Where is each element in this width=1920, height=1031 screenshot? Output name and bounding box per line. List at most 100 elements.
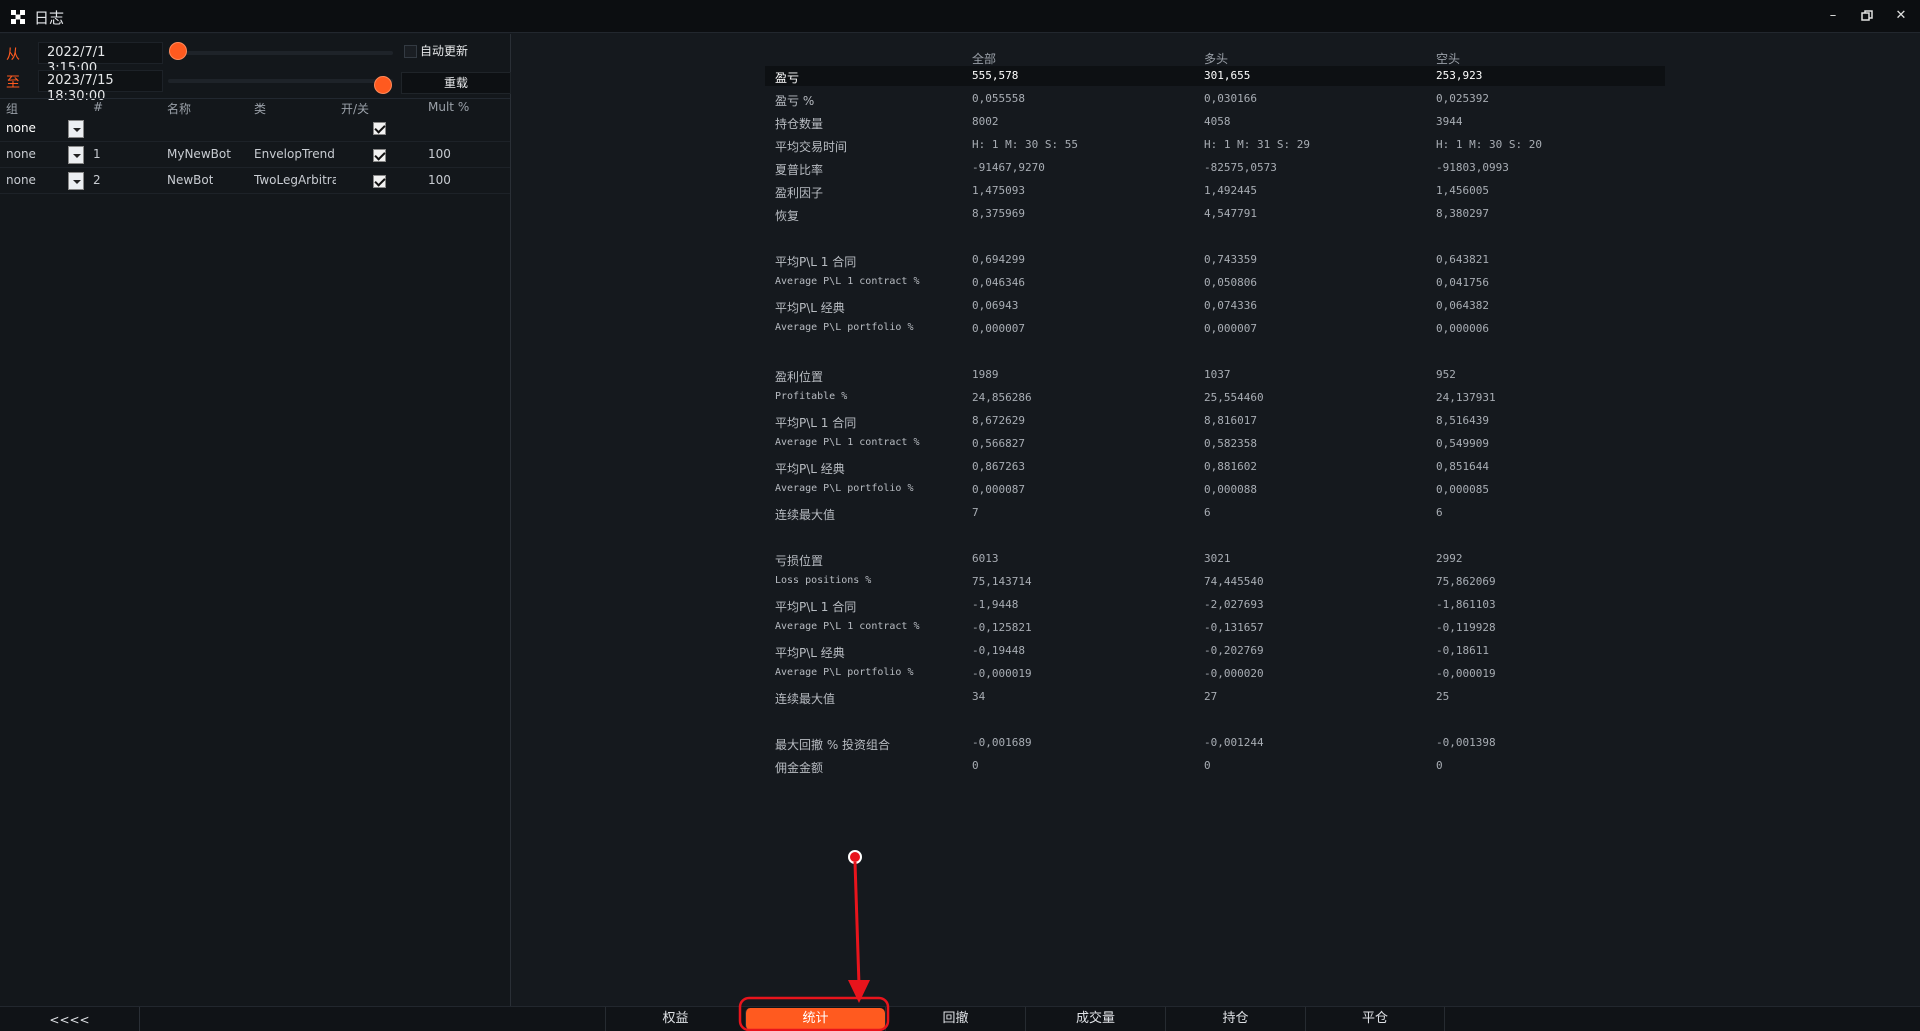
stats-row: Profitable % 24,856286 25,554460 24,137931 bbox=[765, 388, 1665, 408]
stats-row: 平均P\L 经典 -0,19448 -0,202769 -0,18611 bbox=[765, 641, 1665, 661]
stats-value-all: 6013 bbox=[972, 552, 999, 565]
table-row[interactable]: none bbox=[0, 116, 510, 142]
mult-value: 100 bbox=[428, 147, 451, 161]
stats-value-long: -0,001244 bbox=[1204, 736, 1264, 749]
stats-value-long: 0,000007 bbox=[1204, 322, 1257, 335]
tab-volume[interactable]: 成交量 bbox=[1025, 1007, 1165, 1031]
stats-value-short: -0,119928 bbox=[1436, 621, 1496, 634]
to-date-field[interactable]: 2023/7/15 18:30:00 bbox=[38, 70, 163, 104]
close-icon[interactable]: ✕ bbox=[1890, 6, 1912, 26]
stats-value-all: 0,000007 bbox=[972, 322, 1025, 335]
stats-value-all: 1,475093 bbox=[972, 184, 1025, 197]
stats-value-short: 75,862069 bbox=[1436, 575, 1496, 588]
stats-value-short: 1,456005 bbox=[1436, 184, 1489, 197]
col-header-type: 类 bbox=[254, 102, 267, 116]
chevron-down-icon[interactable] bbox=[68, 120, 84, 138]
to-slider-handle[interactable] bbox=[374, 76, 392, 94]
stats-value-short: 0,643821 bbox=[1436, 253, 1489, 266]
stats-value-long: 0,000088 bbox=[1204, 483, 1257, 496]
stats-value-all: -1,9448 bbox=[972, 598, 1019, 611]
tab-closed[interactable]: 平仓 bbox=[1305, 1007, 1445, 1031]
stats-value-short: 0,025392 bbox=[1436, 92, 1489, 105]
collapse-panel-button[interactable]: <<<< bbox=[0, 1007, 140, 1031]
stats-header-long: 多头 bbox=[1204, 52, 1229, 66]
stats-row: 平均P\L 1 合同 0,694299 0,743359 0,643821 bbox=[765, 250, 1665, 270]
col-header-group: 组 bbox=[6, 102, 19, 116]
stats-value-all: 8002 bbox=[972, 115, 999, 128]
stats-row: 盈亏 % 0,055558 0,030166 0,025392 bbox=[765, 89, 1665, 109]
reload-button[interactable]: 重载 bbox=[401, 72, 511, 94]
table-row[interactable]: none 2 NewBot TwoLegArbitra 100 bbox=[0, 168, 510, 194]
bots-panel: 从 2022/7/1 3:15:00 自动更新 至 2023/7/15 18:3… bbox=[0, 34, 511, 1006]
stats-value-short: -0,18611 bbox=[1436, 644, 1489, 657]
tab-equity[interactable]: 权益 bbox=[605, 1007, 745, 1031]
stats-value-all: 0,055558 bbox=[972, 92, 1025, 105]
table-row[interactable]: none 1 MyNewBot EnvelopTrend 100 bbox=[0, 142, 510, 168]
from-slider-track[interactable] bbox=[168, 51, 393, 55]
minimize-icon[interactable]: – bbox=[1822, 6, 1844, 26]
to-slider-track[interactable] bbox=[168, 79, 393, 83]
stats-label: 持仓数量 bbox=[775, 117, 824, 131]
from-slider-handle[interactable] bbox=[169, 42, 187, 60]
stats-value-all: -0,19448 bbox=[972, 644, 1025, 657]
col-header-mult: Mult % bbox=[428, 100, 470, 114]
stats-row: 连续最大值 7 6 6 bbox=[765, 503, 1665, 523]
auto-update-checkbox[interactable] bbox=[404, 45, 417, 58]
stats-label: Profitable % bbox=[775, 391, 848, 402]
stats-value-long: 0,582358 bbox=[1204, 437, 1257, 450]
stats-value-all: 75,143714 bbox=[972, 575, 1032, 588]
enabled-checkbox[interactable] bbox=[373, 175, 386, 188]
stats-value-short: 253,923 bbox=[1436, 69, 1483, 82]
chevron-down-icon[interactable] bbox=[68, 172, 84, 190]
stats-value-all: -0,000019 bbox=[972, 667, 1032, 680]
window-title: 日志 bbox=[34, 9, 65, 27]
stats-value-short: 6 bbox=[1436, 506, 1443, 519]
stats-row: 佣金金额 0 0 0 bbox=[765, 756, 1665, 776]
stats-value-all: H: 1 M: 30 S: 55 bbox=[972, 138, 1078, 151]
tab-drawdown[interactable]: 回撤 bbox=[885, 1007, 1025, 1031]
auto-update-label: 自动更新 bbox=[420, 44, 469, 58]
stats-row: 盈利因子 1,475093 1,492445 1,456005 bbox=[765, 181, 1665, 201]
statistics-panel: 全部 多头 空头 盈亏 555,578 301,655 253,923 盈亏 % 0,05… bbox=[512, 34, 1920, 1006]
stats-value-all: 24,856286 bbox=[972, 391, 1032, 404]
from-date-field[interactable]: 2022/7/1 3:15:00 bbox=[38, 42, 163, 76]
stats-row: Average P\L 1 contract % -0,125821 -0,1316… bbox=[765, 618, 1665, 638]
tab-statistics[interactable]: 统计 bbox=[745, 1008, 885, 1030]
stats-value-long: 0,050806 bbox=[1204, 276, 1257, 289]
stats-row: Average P\L portfolio % -0,000019 -0,00002… bbox=[765, 664, 1665, 684]
stats-label: 盈亏 bbox=[775, 71, 800, 85]
stats-value-short: 952 bbox=[1436, 368, 1456, 381]
col-header-num: # bbox=[93, 100, 104, 114]
stats-value-all: 0,867263 bbox=[972, 460, 1025, 473]
stats-header-all: 全部 bbox=[972, 52, 997, 66]
stats-row: 连续最大值 34 27 25 bbox=[765, 687, 1665, 707]
title-bar: 日志 – ✕ bbox=[0, 0, 1920, 33]
tab-positions[interactable]: 持仓 bbox=[1165, 1007, 1305, 1031]
stats-label: 亏损位置 bbox=[775, 554, 824, 568]
stats-label: 连续最大值 bbox=[775, 692, 836, 706]
bot-type: TwoLegArbitra bbox=[254, 173, 336, 187]
chevron-down-icon[interactable] bbox=[68, 146, 84, 164]
enabled-checkbox[interactable] bbox=[373, 122, 386, 135]
restore-icon[interactable] bbox=[1856, 6, 1878, 26]
stats-label: 盈亏 % bbox=[775, 94, 815, 108]
stats-value-short: 0,000085 bbox=[1436, 483, 1489, 496]
bot-number: 2 bbox=[93, 173, 101, 187]
stats-label: 最大回撤 % 投资组合 bbox=[775, 738, 891, 752]
stats-value-short: -1,861103 bbox=[1436, 598, 1496, 611]
stats-value-long: 27 bbox=[1204, 690, 1218, 703]
stats-value-short: -0,000019 bbox=[1436, 667, 1496, 680]
stats-row: 亏损位置 6013 3021 2992 bbox=[765, 549, 1665, 569]
stats-label: 平均P\L 经典 bbox=[775, 462, 845, 476]
col-header-toggle: 开/关 bbox=[341, 102, 370, 116]
stats-row: 盈利位置 1989 1037 952 bbox=[765, 365, 1665, 385]
stats-label: 平均P\L 经典 bbox=[775, 646, 845, 660]
stats-label: 盈利因子 bbox=[775, 186, 824, 200]
stats-value-long: 3021 bbox=[1204, 552, 1231, 565]
enabled-checkbox[interactable] bbox=[373, 149, 386, 162]
stats-value-all: 0,06943 bbox=[972, 299, 1019, 312]
stats-label: 平均P\L 1 合同 bbox=[775, 416, 857, 430]
stats-value-long: 0 bbox=[1204, 759, 1211, 772]
stats-value-all: -91467,9270 bbox=[972, 161, 1045, 174]
stats-value-all: -0,125821 bbox=[972, 621, 1032, 634]
